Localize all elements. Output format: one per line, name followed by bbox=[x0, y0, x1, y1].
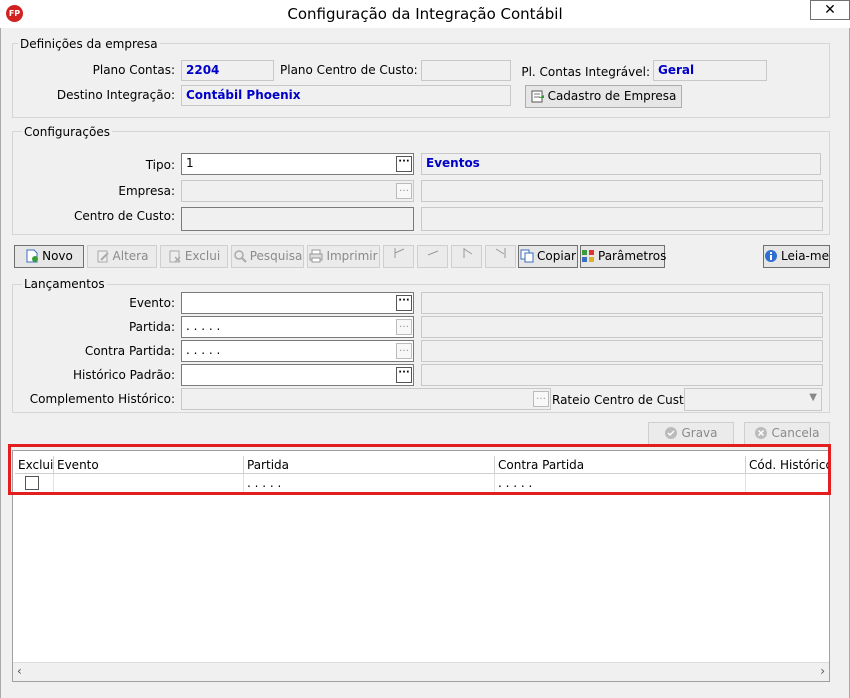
cadastro-empresa-button[interactable]: Cadastro de Empresa bbox=[525, 85, 682, 108]
highlight-box bbox=[8, 444, 831, 495]
cancela-button[interactable]: Cancela bbox=[744, 422, 830, 445]
check-icon bbox=[664, 426, 678, 440]
contra-partida-lookup-button[interactable]: … bbox=[396, 343, 412, 359]
pl-contas-value: Geral bbox=[653, 60, 767, 81]
chevron-down-icon: ▼ bbox=[809, 392, 817, 403]
novo-button[interactable]: Novo bbox=[14, 245, 84, 268]
empresa-input[interactable] bbox=[181, 180, 414, 202]
grava-label: Grava bbox=[681, 426, 718, 440]
empresa-group-title: Definições da empresa bbox=[18, 37, 160, 51]
complemento-input[interactable] bbox=[181, 388, 551, 410]
partida-input[interactable]: . . . . . bbox=[181, 316, 414, 338]
printer-icon bbox=[309, 249, 323, 263]
plano-centro-label: Plano Centro de Custo: bbox=[280, 63, 418, 77]
contra-partida-label: Contra Partida: bbox=[84, 344, 175, 358]
plano-contas-label: Plano Contas: bbox=[92, 63, 175, 77]
cadastro-icon bbox=[531, 89, 545, 103]
destino-value: Contábil Phoenix bbox=[181, 85, 511, 106]
edit-icon bbox=[96, 249, 110, 263]
exclui-button[interactable]: Exclui bbox=[160, 245, 228, 268]
contra-partida-description bbox=[421, 340, 823, 362]
pl-contas-label: Pl. Contas Integrável: bbox=[521, 65, 650, 79]
novo-label: Novo bbox=[42, 249, 73, 263]
historico-padrao-label: Histórico Padrão: bbox=[72, 368, 175, 382]
parametros-label: Parâmetros bbox=[598, 249, 667, 263]
first-record-button[interactable] bbox=[383, 245, 414, 268]
first-record-icon bbox=[392, 248, 406, 263]
pesquisa-button[interactable]: Pesquisa bbox=[231, 245, 304, 268]
rateio-label: Rateio Centro de Custo: bbox=[552, 393, 696, 407]
copiar-button[interactable]: Copiar bbox=[518, 245, 578, 268]
copy-icon bbox=[520, 249, 534, 263]
parameters-icon bbox=[581, 249, 595, 263]
empresa-lookup-button[interactable]: … bbox=[396, 183, 412, 199]
empresa-description bbox=[421, 180, 823, 202]
centro-custo-label: Centro de Custo: bbox=[73, 209, 175, 223]
plano-centro-value bbox=[421, 60, 511, 81]
last-record-button[interactable] bbox=[485, 245, 516, 268]
tipo-label: Tipo: bbox=[145, 158, 175, 172]
new-document-icon bbox=[25, 249, 39, 263]
plano-contas-value: 2204 bbox=[181, 60, 274, 81]
info-icon bbox=[764, 249, 778, 263]
historico-padrao-input[interactable] bbox=[181, 364, 414, 386]
leia-me-label: Leia-me bbox=[781, 249, 829, 263]
prev-record-icon bbox=[426, 249, 440, 263]
close-button[interactable]: ✕ bbox=[810, 0, 850, 20]
next-record-icon bbox=[460, 248, 474, 263]
config-group-title: Configurações bbox=[22, 125, 112, 139]
imprimir-button[interactable]: Imprimir bbox=[307, 245, 380, 268]
altera-button[interactable]: Altera bbox=[87, 245, 157, 268]
altera-label: Altera bbox=[112, 249, 149, 263]
pesquisa-label: Pesquisa bbox=[249, 249, 303, 263]
imprimir-label: Imprimir bbox=[326, 249, 378, 263]
centro-custo-description bbox=[421, 207, 823, 231]
cancel-icon bbox=[754, 426, 768, 440]
scroll-right-icon[interactable]: › bbox=[820, 664, 825, 678]
empresa-label: Empresa: bbox=[118, 184, 175, 198]
copiar-label: Copiar bbox=[537, 249, 576, 263]
rateio-select[interactable]: ▼ bbox=[684, 388, 822, 411]
exclui-label: Exclui bbox=[184, 249, 221, 263]
evento-label: Evento: bbox=[129, 296, 175, 310]
next-record-button[interactable] bbox=[451, 245, 482, 268]
evento-lookup-button[interactable]: ··· bbox=[396, 295, 412, 311]
delete-icon bbox=[168, 249, 182, 263]
horizontal-scrollbar[interactable]: ‹ › bbox=[13, 662, 829, 681]
destino-label: Destino Integração: bbox=[56, 88, 175, 102]
tipo-input[interactable]: 1 bbox=[181, 153, 414, 175]
lancamentos-group-title: Lançamentos bbox=[22, 277, 107, 291]
evento-description bbox=[421, 292, 823, 314]
historico-lookup-button[interactable]: ··· bbox=[396, 367, 412, 383]
grava-button[interactable]: Grava bbox=[648, 422, 734, 445]
leia-me-button[interactable]: Leia-me bbox=[763, 245, 830, 268]
centro-custo-input[interactable] bbox=[181, 207, 414, 231]
partida-label: Partida: bbox=[128, 320, 175, 334]
parametros-button[interactable]: Parâmetros bbox=[580, 245, 667, 268]
tipo-description: Eventos bbox=[421, 153, 821, 175]
complemento-lookup-button[interactable]: … bbox=[533, 391, 549, 407]
last-record-icon bbox=[494, 248, 508, 263]
cadastro-empresa-label: Cadastro de Empresa bbox=[547, 89, 677, 103]
search-icon bbox=[233, 249, 247, 263]
scroll-left-icon[interactable]: ‹ bbox=[17, 664, 22, 678]
tipo-lookup-button[interactable]: ··· bbox=[396, 156, 412, 172]
cancela-label: Cancela bbox=[771, 426, 820, 440]
window-title: Configuração da Integração Contábil bbox=[287, 5, 563, 23]
prev-record-button[interactable] bbox=[417, 245, 448, 268]
contra-partida-input[interactable]: . . . . . bbox=[181, 340, 414, 362]
evento-input[interactable] bbox=[181, 292, 414, 314]
historico-description bbox=[421, 364, 823, 386]
partida-description bbox=[421, 316, 823, 338]
complemento-label: Complemento Histórico: bbox=[29, 392, 175, 406]
partida-lookup-button[interactable]: … bbox=[396, 319, 412, 335]
